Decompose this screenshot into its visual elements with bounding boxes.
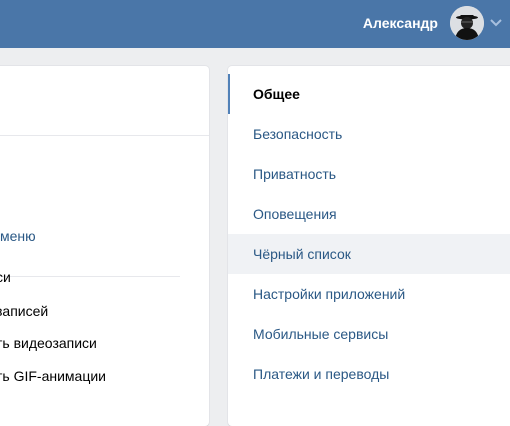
settings-nav-security[interactable]: Безопасность: [228, 114, 510, 154]
settings-nav-payments[interactable]: Платежи и переводы: [228, 354, 510, 394]
settings-navigation-menu: Общее Безопасность Приватность Оповещени…: [228, 66, 510, 426]
left-option-label: ть видеозаписи: [0, 335, 97, 351]
settings-nav-privacy[interactable]: Приватность: [228, 154, 510, 194]
panel-divider: [0, 135, 209, 136]
settings-nav-app-settings[interactable]: Настройки приложений: [228, 274, 510, 314]
section-divider: [0, 276, 180, 277]
menu-link[interactable]: меню: [0, 228, 36, 244]
user-name[interactable]: Александр: [363, 14, 438, 32]
chevron-down-icon[interactable]: [490, 19, 502, 27]
settings-nav-mobile-services[interactable]: Мобильные сервисы: [228, 314, 510, 354]
left-settings-panel: меню си записей ть видеозаписи ть GIF-ан…: [0, 66, 209, 426]
settings-nav-general[interactable]: Общее: [228, 74, 510, 114]
left-option-label: записей: [0, 303, 49, 319]
top-navigation-bar: Александр: [0, 0, 510, 48]
left-option-label: си: [0, 269, 11, 285]
settings-nav-blacklist[interactable]: Чёрный список: [228, 234, 510, 274]
avatar-icon[interactable]: [450, 6, 484, 40]
left-option-label: ть GIF-анимации: [0, 368, 106, 384]
menu-link-label[interactable]: меню: [0, 228, 36, 244]
settings-nav-notifications[interactable]: Оповещения: [228, 194, 510, 234]
